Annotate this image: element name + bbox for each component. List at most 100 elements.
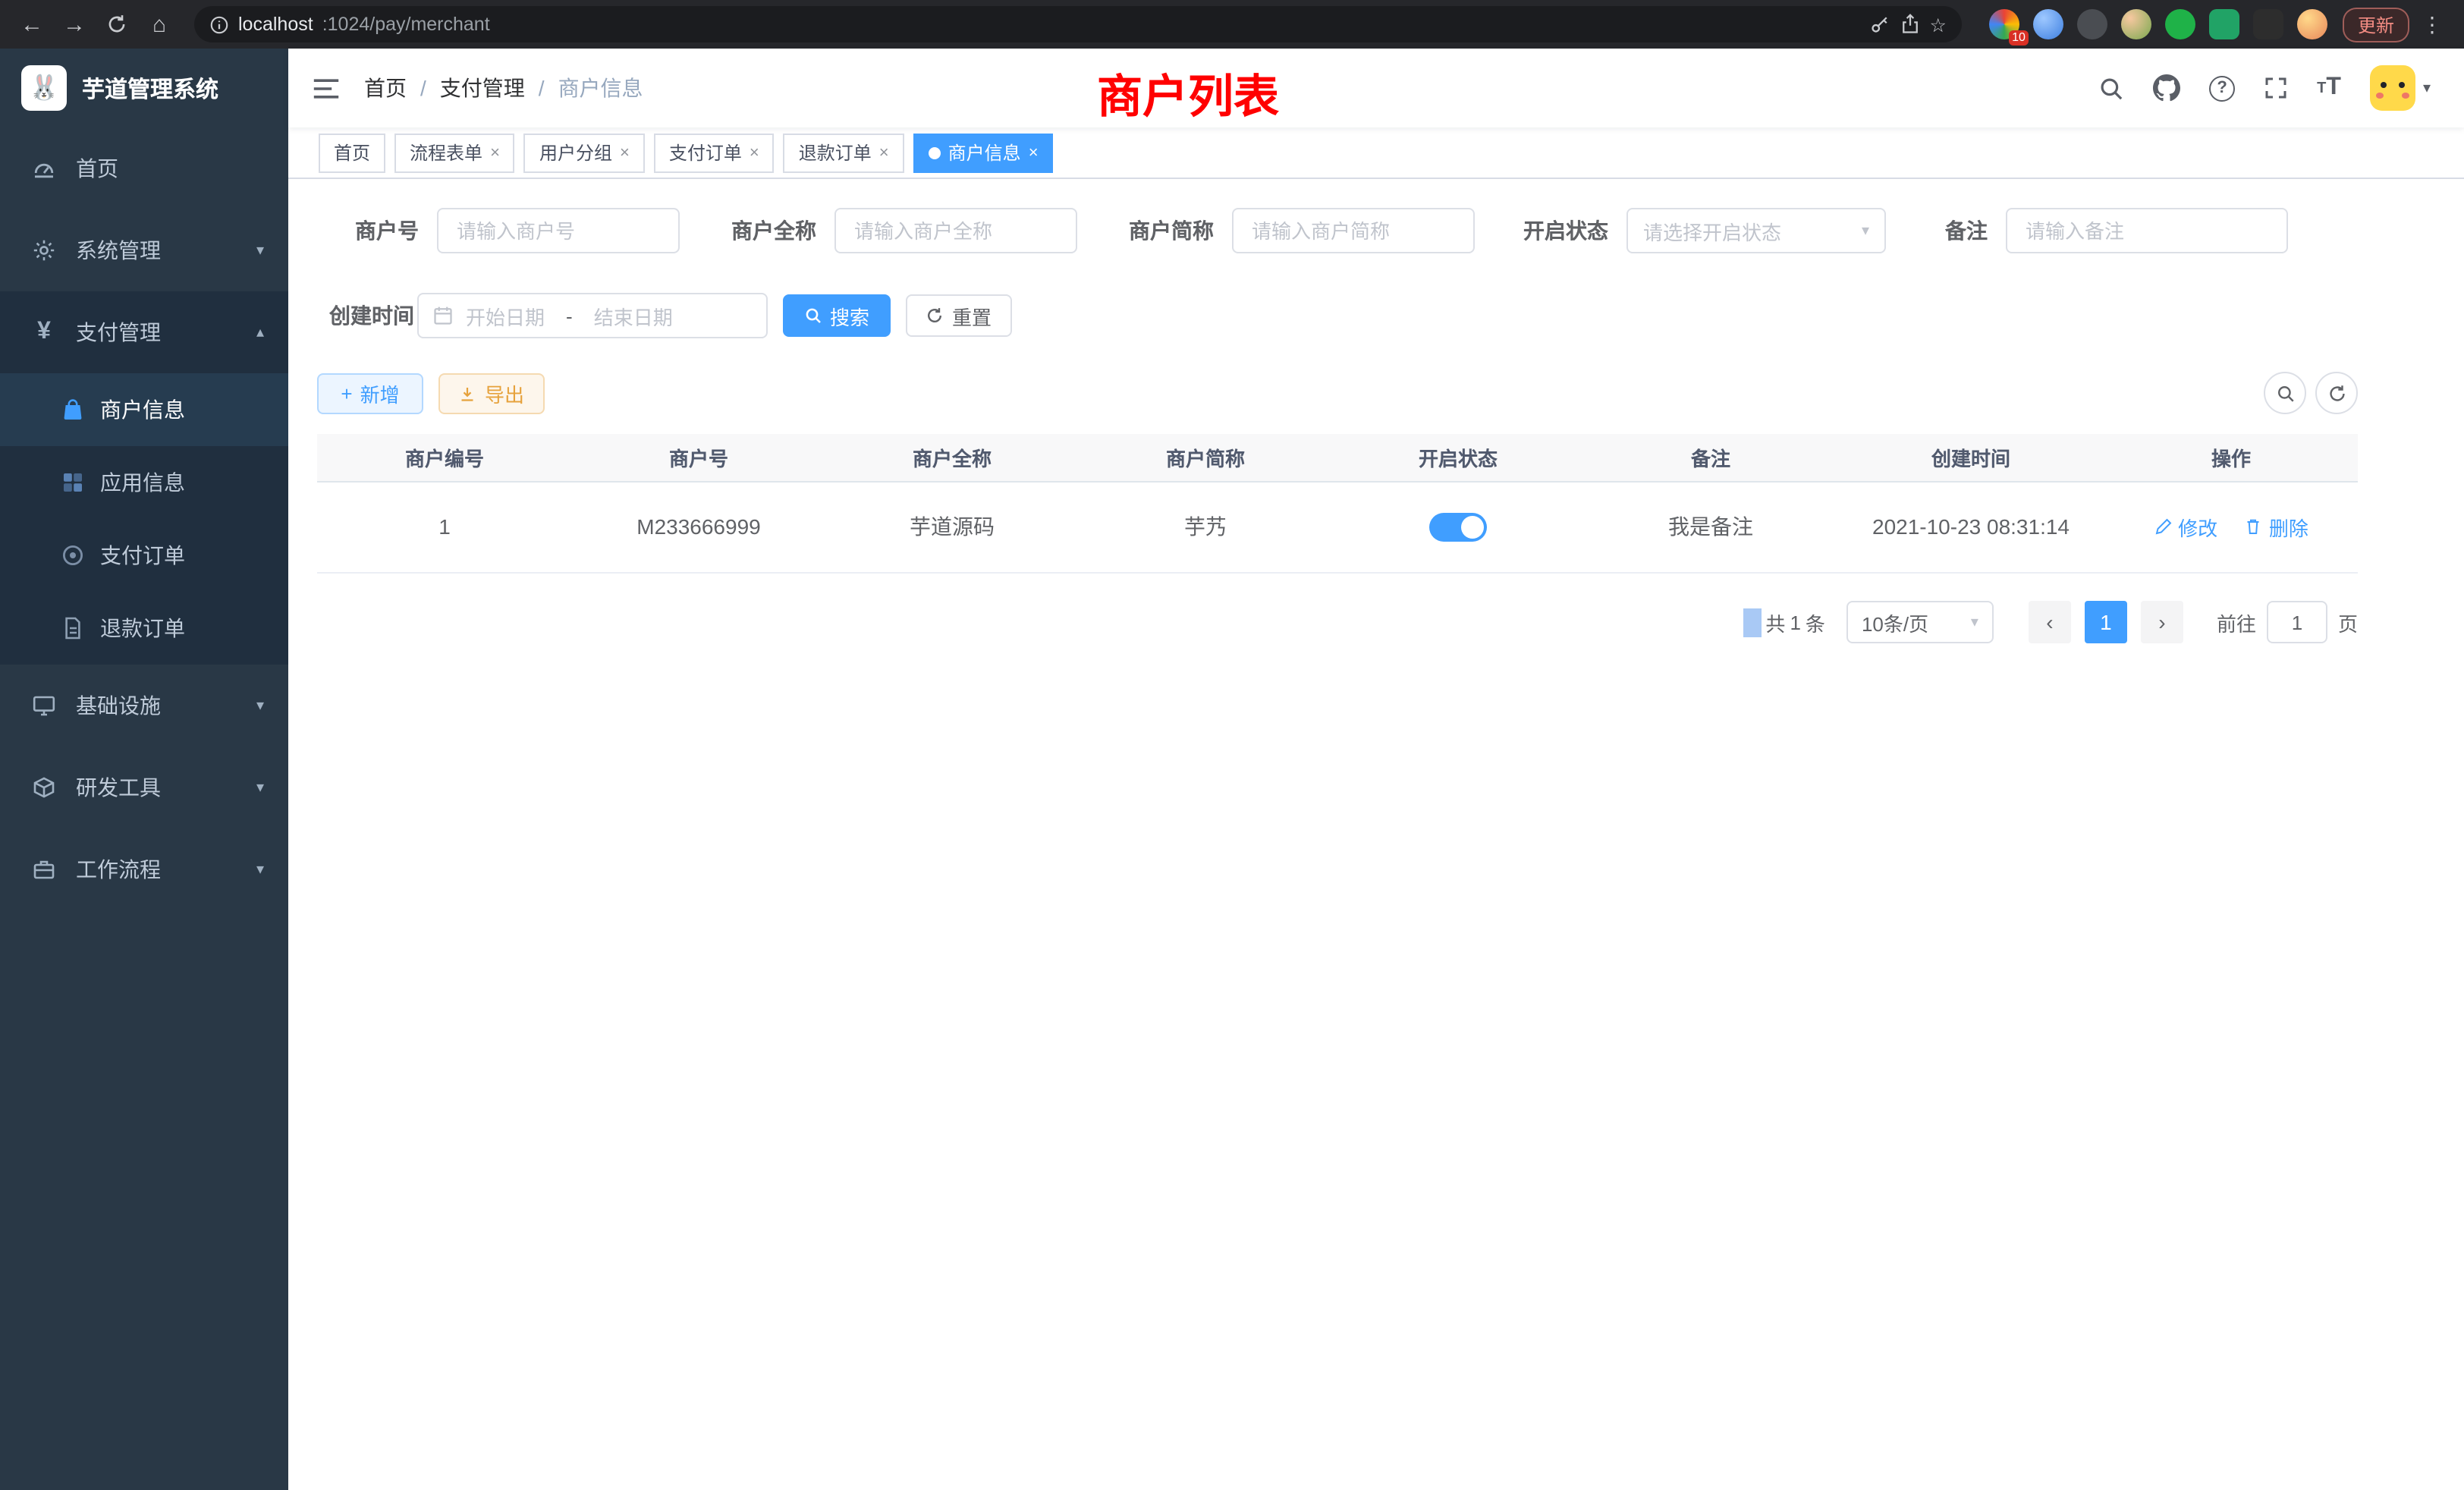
extension-icon-avatar[interactable] xyxy=(2121,9,2151,39)
extension-icon-green-circle[interactable] xyxy=(2165,9,2195,39)
monitor-icon xyxy=(30,693,58,718)
remark-input[interactable] xyxy=(2006,208,2288,253)
table-header-row: 商户编号 商户号 商户全称 商户简称 开启状态 备注 创建时间 操作 xyxy=(317,434,2358,481)
back-icon[interactable]: ← xyxy=(12,5,52,44)
search-button[interactable]: 搜索 xyxy=(783,294,891,337)
search-icon[interactable] xyxy=(2098,75,2124,101)
next-page-button[interactable]: › xyxy=(2141,601,2183,643)
github-icon[interactable] xyxy=(2153,74,2180,102)
home-icon[interactable]: ⌂ xyxy=(140,5,179,44)
active-dot xyxy=(929,146,941,159)
hamburger-icon[interactable] xyxy=(288,77,364,99)
breadcrumb-separator: / xyxy=(539,76,545,100)
close-icon[interactable]: × xyxy=(490,143,500,162)
extension-icon-blue-drop[interactable] xyxy=(2033,9,2063,39)
url-bar[interactable]: localhost:1024/pay/merchant ☆ xyxy=(194,6,1962,42)
cell-short-name: 芋艿 xyxy=(1079,481,1332,572)
cell-merchant-no: M233666999 xyxy=(572,481,825,572)
extension-icon-colorful[interactable]: 10 xyxy=(1989,9,2019,39)
sidebar-item-app-info[interactable]: 应用信息 xyxy=(0,446,288,519)
merchant-no-input[interactable] xyxy=(437,208,680,253)
refresh-button[interactable] xyxy=(2315,372,2358,414)
cell-status xyxy=(1332,481,1584,572)
reset-button[interactable]: 重置 xyxy=(906,294,1012,337)
cell-actions: 修改 删除 xyxy=(2104,481,2358,572)
sidebar-item-label: 支付订单 xyxy=(100,540,185,571)
extension-badge: 10 xyxy=(2009,30,2029,46)
delete-button[interactable]: 删除 xyxy=(2245,512,2308,541)
chevron-down-icon: ▾ xyxy=(256,779,264,796)
short-name-input[interactable] xyxy=(1232,208,1475,253)
reload-icon[interactable] xyxy=(97,5,137,44)
tab-pay-order[interactable]: 支付订单 × xyxy=(654,133,775,172)
forward-icon[interactable]: → xyxy=(55,5,94,44)
bookmark-star-icon[interactable]: ☆ xyxy=(1930,13,1947,36)
sidebar-item-label: 首页 xyxy=(76,153,118,184)
info-icon[interactable] xyxy=(209,14,229,34)
extensions-area: 10 xyxy=(1977,9,2340,39)
sidebar-item-merchant-info[interactable]: 商户信息 xyxy=(0,373,288,446)
extension-icon-emoji[interactable] xyxy=(2297,9,2327,39)
tab-merchant-info[interactable]: 商户信息 × xyxy=(913,133,1054,172)
tab-refund-order[interactable]: 退款订单 × xyxy=(784,133,904,172)
sidebar-item-label: 研发工具 xyxy=(76,772,161,803)
sidebar-item-devtools[interactable]: 研发工具 ▾ xyxy=(0,747,288,828)
tab-home[interactable]: 首页 xyxy=(319,133,385,172)
sidebar-item-refund-order[interactable]: 退款订单 xyxy=(0,592,288,665)
chevron-up-icon: ▴ xyxy=(256,324,264,341)
close-icon[interactable]: × xyxy=(750,143,759,162)
close-icon[interactable]: × xyxy=(620,143,630,162)
cell-remark: 我是备注 xyxy=(1584,481,1837,572)
edit-button[interactable]: 修改 xyxy=(2154,512,2217,541)
sidebar-item-infra[interactable]: 基础设施 ▾ xyxy=(0,665,288,747)
key-icon[interactable] xyxy=(1869,14,1890,35)
date-start-placeholder[interactable]: 开始日期 xyxy=(466,301,545,330)
breadcrumb-home[interactable]: 首页 xyxy=(364,73,407,103)
create-time-label: 创建时间 xyxy=(317,293,414,338)
plus-icon: + xyxy=(341,382,352,405)
top-navbar: 首页 / 支付管理 / 商户信息 商户列表 ? xyxy=(288,49,2464,127)
sidebar-item-workflow[interactable]: 工作流程 ▾ xyxy=(0,828,288,910)
page-size-select[interactable]: 10条/页 ▾ xyxy=(1846,601,1994,643)
browser-update-button[interactable]: 更新 xyxy=(2343,7,2409,42)
col-status: 开启状态 xyxy=(1332,434,1584,481)
chevron-down-icon: ▾ xyxy=(1862,222,1869,239)
full-name-input[interactable] xyxy=(834,208,1077,253)
record-circle-icon xyxy=(61,543,85,567)
status-toggle[interactable] xyxy=(1429,512,1487,541)
toggle-search-button[interactable] xyxy=(2264,372,2306,414)
font-size-icon[interactable]: TT xyxy=(2317,74,2341,102)
browser-menu-icon[interactable]: ⋮ xyxy=(2412,11,2452,37)
export-button[interactable]: 导出 xyxy=(438,373,545,414)
fullscreen-icon[interactable] xyxy=(2264,76,2288,100)
breadcrumb-payment[interactable]: 支付管理 xyxy=(440,73,525,103)
extension-icon-gray-circle[interactable] xyxy=(2077,9,2107,39)
sidebar-item-home[interactable]: 首页 xyxy=(0,127,288,209)
close-icon[interactable]: × xyxy=(1029,143,1039,162)
date-range-picker[interactable]: 开始日期 - 结束日期 xyxy=(417,293,768,338)
col-full-name: 商户全称 xyxy=(825,434,1079,481)
merchant-no-label: 商户号 xyxy=(303,208,419,253)
sidebar-item-pay-order[interactable]: 支付订单 xyxy=(0,519,288,592)
grid-icon xyxy=(61,470,85,495)
prev-page-button[interactable]: ‹ xyxy=(2029,601,2071,643)
help-icon[interactable]: ? xyxy=(2209,75,2235,101)
sidebar-item-system[interactable]: 系统管理 ▾ xyxy=(0,209,288,291)
status-select[interactable]: 请选择开启状态 ▾ xyxy=(1626,208,1886,253)
sidebar-item-payment[interactable]: ¥ 支付管理 ▴ xyxy=(0,291,288,373)
share-icon[interactable] xyxy=(1900,14,1921,35)
date-end-placeholder[interactable]: 结束日期 xyxy=(594,301,673,330)
close-icon[interactable]: × xyxy=(879,143,889,162)
app-logo[interactable]: 🐰 芋道管理系统 xyxy=(0,49,288,127)
tab-user-group[interactable]: 用户分组 × xyxy=(524,133,645,172)
tab-process-form[interactable]: 流程表单 × xyxy=(394,133,515,172)
add-button[interactable]: + 新增 xyxy=(317,373,423,414)
extension-icon-dark[interactable] xyxy=(2253,9,2283,39)
url-host: localhost xyxy=(238,14,313,35)
document-icon xyxy=(61,616,85,640)
page-1-button[interactable]: 1 xyxy=(2085,601,2127,643)
page-content: 商户号 商户全称 商户简称 开启状态 请选择开启状态 ▾ 备注 创建时间 开始日… xyxy=(288,179,2464,1490)
user-menu[interactable]: ▾ xyxy=(2370,65,2431,111)
goto-page-input[interactable] xyxy=(2267,601,2327,643)
extension-icon-green-doc[interactable] xyxy=(2209,9,2239,39)
